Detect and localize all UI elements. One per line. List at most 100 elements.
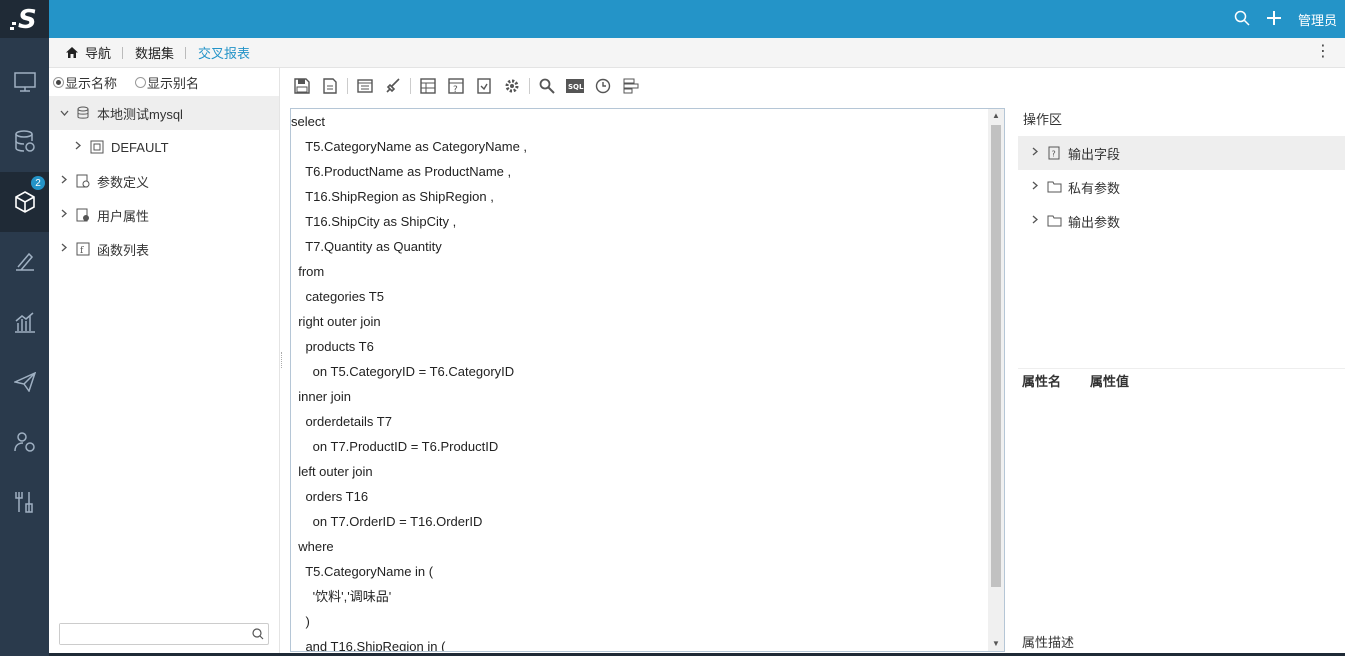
format-icon[interactable] [620, 75, 642, 97]
rail-item-tools[interactable] [0, 472, 49, 532]
tree-item-output-params[interactable]: 输出参数 [1018, 204, 1345, 238]
editor-scrollbar[interactable]: ▲ ▼ [988, 109, 1004, 651]
rail-item-publish[interactable] [0, 352, 49, 412]
panel-splitter[interactable] [281, 352, 284, 368]
tree-item-schema[interactable]: DEFAULT [49, 130, 279, 164]
scroll-up-icon[interactable]: ▲ [988, 109, 1004, 123]
folder-icon [1046, 213, 1062, 229]
chevron-right-icon[interactable] [57, 209, 71, 221]
user-name[interactable]: 管理员 [1298, 10, 1337, 29]
search-icon[interactable] [536, 75, 558, 97]
radio-dot[interactable] [53, 76, 64, 88]
code-line: left outer join [291, 464, 373, 479]
query-table-icon[interactable]: ? [445, 75, 467, 97]
tree-item-private-params[interactable]: 私有参数 [1018, 170, 1345, 204]
tab-label: 交叉报表 [198, 46, 251, 61]
rail-item-design[interactable] [0, 232, 49, 292]
code-line: on T5.CategoryID = T6.CategoryID [291, 364, 515, 379]
tab-nav[interactable]: 导航 [49, 38, 124, 68]
logo-icon: S [9, 5, 37, 33]
radio-show-alias[interactable]: 显示别名 [135, 73, 199, 92]
tree-search[interactable] [59, 623, 269, 645]
chevron-right-icon[interactable] [57, 243, 71, 255]
chevron-right-icon[interactable] [1028, 147, 1042, 159]
tab-label: 导航 [85, 46, 112, 61]
user-attr-icon [75, 207, 91, 223]
radio-dot[interactable] [135, 76, 147, 88]
rail-item-monitor[interactable] [0, 52, 49, 112]
param-icon [75, 173, 91, 189]
ruler-icon [15, 252, 34, 271]
tree-item-params[interactable]: 参数定义 [49, 164, 279, 198]
tree-search-input[interactable] [60, 624, 240, 644]
radio-label: 显示别名 [147, 75, 200, 91]
save-as-icon[interactable] [319, 75, 341, 97]
tabs-bar: 导航 数据集 交叉报表 ⋮ [49, 38, 1345, 68]
code-line: categories T5 [291, 289, 384, 304]
code-line: ) [291, 614, 310, 629]
tree-label: 用户属性 [97, 208, 150, 224]
database-icon [75, 105, 91, 121]
radio-label: 显示名称 [65, 75, 118, 91]
operation-panel-title: 操作区 [1023, 112, 1063, 127]
database-gear-icon [14, 130, 35, 152]
scroll-thumb[interactable] [991, 125, 1001, 587]
search-icon[interactable] [1234, 10, 1250, 29]
clear-icon[interactable] [382, 75, 404, 97]
property-description: 属性描述 [1022, 635, 1075, 650]
export-icon[interactable] [473, 75, 495, 97]
tree-item-functions[interactable]: f 函数列表 [49, 232, 279, 266]
tab-dataset[interactable]: 数据集 [123, 38, 187, 68]
svg-text:?: ? [453, 85, 458, 94]
code-line: '饮料','调味品' [291, 589, 392, 604]
home-icon [66, 47, 78, 58]
plus-icon[interactable] [1266, 10, 1282, 29]
rail-item-database[interactable] [0, 112, 49, 172]
tree-label: 私有参数 [1068, 180, 1121, 196]
tree-item-output-fields[interactable]: ? 输出字段 [1018, 136, 1345, 170]
tree-label: 输出字段 [1068, 146, 1121, 162]
left-panel: 显示名称 显示别名 本地测试mysql DEFAULT 参数定义 用户属性 f … [49, 68, 280, 656]
rail-item-analysis[interactable] [0, 292, 49, 352]
rail-item-users[interactable] [0, 412, 49, 472]
tree-label: 本地测试mysql [97, 106, 183, 122]
chevron-right-icon[interactable] [1028, 181, 1042, 193]
tree-label: 输出参数 [1068, 214, 1121, 230]
preview-icon[interactable] [354, 75, 376, 97]
logo-letter: S [18, 5, 37, 33]
chevron-right-icon[interactable] [71, 141, 85, 153]
tree-label: 参数定义 [97, 174, 150, 190]
rail-badge: 2 [31, 176, 45, 190]
history-icon[interactable] [592, 75, 614, 97]
code-line: inner join [291, 389, 351, 404]
chevron-down-icon[interactable] [57, 108, 71, 119]
code-line: orders T16 [291, 489, 369, 504]
rail-item-dataset[interactable]: 2 [0, 172, 49, 232]
sql-code[interactable]: select T5.CategoryName as CategoryName ,… [291, 109, 988, 651]
chevron-right-icon[interactable] [57, 175, 71, 187]
more-menu-icon[interactable]: ⋮ [1315, 44, 1331, 60]
code-line: T16.ShipCity as ShipCity , [291, 214, 457, 229]
radio-show-name[interactable]: 显示名称 [53, 73, 117, 92]
schema-icon [89, 139, 105, 155]
svg-text:?: ? [1052, 150, 1056, 159]
tree-item-user-attrs[interactable]: 用户属性 [49, 198, 279, 232]
settings-icon[interactable] [501, 75, 523, 97]
table-icon[interactable] [417, 75, 439, 97]
search-icon[interactable] [252, 628, 264, 643]
editor-toolbar: ? SQL [288, 72, 645, 100]
tab-cross-report[interactable]: 交叉报表 [186, 38, 262, 68]
prop-value-header: 属性值 [1090, 374, 1130, 389]
tree-label: 函数列表 [97, 242, 150, 258]
paper-plane-icon [13, 372, 36, 392]
tree-item-datasource[interactable]: 本地测试mysql [49, 96, 279, 130]
save-icon[interactable] [291, 75, 313, 97]
sql-icon[interactable]: SQL [564, 75, 586, 97]
chevron-right-icon[interactable] [1028, 215, 1042, 227]
sql-editor[interactable]: select T5.CategoryName as CategoryName ,… [290, 108, 1005, 652]
scroll-down-icon[interactable]: ▼ [988, 637, 1004, 651]
app-logo[interactable]: S [0, 0, 49, 38]
code-line: T7.Quantity as Quantity [291, 239, 442, 254]
tools-icon [14, 492, 33, 513]
field-doc-icon: ? [1046, 145, 1062, 161]
